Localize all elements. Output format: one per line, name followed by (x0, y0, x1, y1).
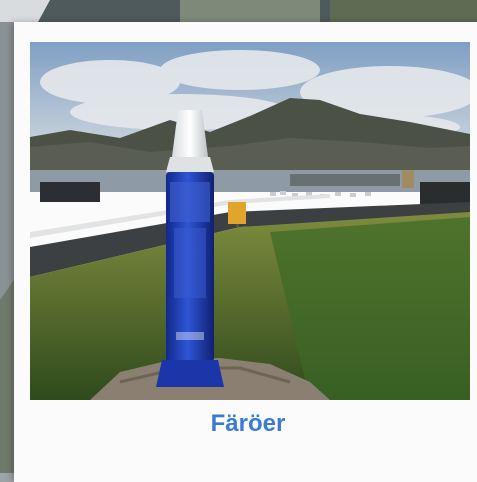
location-caption: Färöer (210, 410, 286, 437)
faroe-photo (30, 42, 470, 400)
landscape-image (30, 42, 470, 400)
photo-card: Färöer (14, 22, 477, 482)
